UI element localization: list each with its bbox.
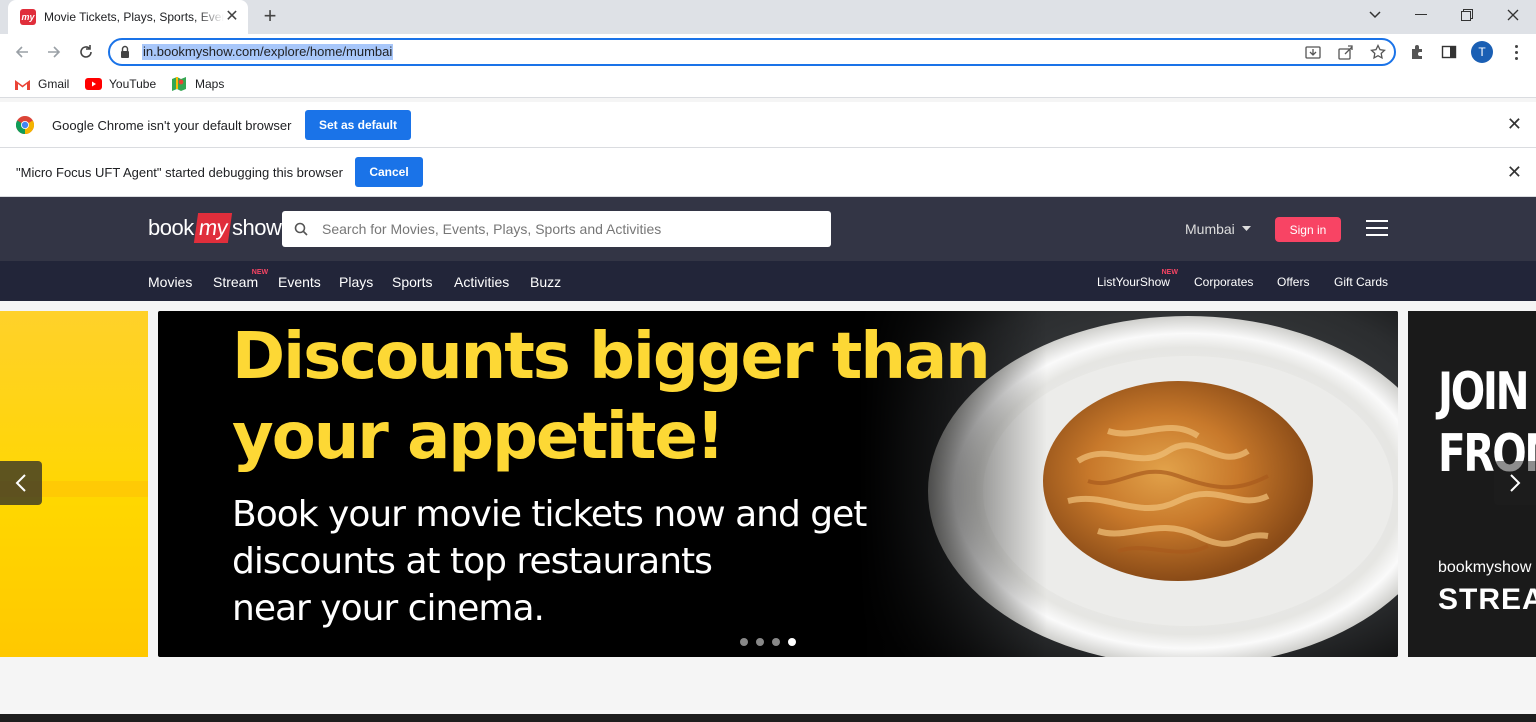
carousel-next-button[interactable] [1494,461,1536,505]
bookmark-label: Gmail [38,77,70,91]
gmail-icon [15,79,30,90]
banner-subtext-line2: discounts at top restaurants [232,541,713,582]
carousel-dot-2[interactable] [756,638,764,646]
chrome-logo-icon [16,116,34,134]
bookmark-label: Maps [195,77,225,91]
close-infobar-icon[interactable]: ✕ [1507,162,1522,183]
logo-part: book [148,215,194,240]
install-app-icon[interactable] [1305,44,1321,60]
main-banner-slide[interactable]: Discounts bigger than your appetite! Boo… [158,311,1398,657]
new-badge: NEW [1161,269,1178,276]
search-input[interactable] [322,221,802,237]
back-arrow-icon[interactable] [10,40,34,64]
lock-icon[interactable] [119,45,131,59]
nav-plays[interactable]: Plays [339,274,373,290]
restore-button[interactable] [1444,0,1490,30]
nav-offers[interactable]: Offers [1277,274,1309,290]
os-taskbar [0,714,1536,722]
carousel-dot-1[interactable] [740,638,748,646]
new-badge: NEW [251,269,269,276]
side-panel-icon[interactable] [1441,44,1457,60]
new-tab-button[interactable]: + [258,5,282,29]
nav-list-your-show[interactable]: ListYourShow NEW [1097,269,1178,290]
nav-activities[interactable]: Activities [454,274,509,290]
reload-icon[interactable] [74,40,98,64]
nav-events[interactable]: Events [278,274,321,290]
nav-corporates[interactable]: Corporates [1194,274,1253,290]
chevron-left-icon [15,474,26,492]
hamburger-menu-icon[interactable] [1366,220,1388,238]
infobar-message: "Micro Focus UFT Agent" started debuggin… [16,165,343,180]
nav-buzz[interactable]: Buzz [530,274,561,290]
bookmark-youtube[interactable]: YouTube [85,76,156,92]
debugging-infobar: "Micro Focus UFT Agent" started debuggin… [0,148,1536,197]
carousel-dot-4-active[interactable] [788,638,796,646]
bookmark-gmail[interactable]: Gmail [14,76,69,92]
banner-headline-line2: your appetite! [232,400,725,474]
youtube-icon [85,78,102,90]
site-search-box[interactable] [282,211,831,247]
bookmyshow-favicon-icon: my [20,9,36,25]
sign-in-button[interactable]: Sign in [1275,217,1341,242]
logo-part: my [193,213,233,243]
tab-title: Movie Tickets, Plays, Sports, Events & C… [44,10,224,24]
logo-part: show [232,215,282,240]
set-as-default-button[interactable]: Set as default [305,110,411,140]
nav-stream[interactable]: Stream NEW [213,269,268,290]
carousel-prev-button[interactable] [0,461,42,505]
bookmark-label: YouTube [109,77,157,91]
share-icon[interactable] [1338,44,1354,60]
url-text[interactable]: in.bookmyshow.com/explore/home/mumbai [142,44,394,60]
nav-movies[interactable]: Movies [148,274,192,290]
caret-down-icon [1241,226,1251,231]
extensions-puzzle-icon[interactable] [1409,44,1425,60]
profile-avatar[interactable]: T [1471,41,1493,63]
maps-icon [172,77,186,91]
carousel-dot-3[interactable] [772,638,780,646]
minimize-button[interactable] [1398,0,1444,30]
city-selector[interactable]: Mumbai [1185,221,1251,237]
banner-subtext-line3: near your cinema. [232,588,545,629]
banner-headline-line1: Discounts bigger than [232,320,991,394]
city-label: Mumbai [1185,221,1235,237]
search-icon [294,222,308,236]
browser-tab[interactable]: my Movie Tickets, Plays, Sports, Events … [8,0,248,34]
bookmyshow-logo[interactable]: book my show [148,212,282,244]
next-banner-stream: STREAM [1438,583,1536,616]
close-tab-icon[interactable]: ✕ [224,9,240,25]
tab-search-icon[interactable] [1352,0,1398,30]
forward-arrow-icon[interactable] [42,40,66,64]
bookmark-maps[interactable]: Maps [171,76,224,92]
nav-label: ListYourShow [1097,275,1170,289]
banner-subtext-line1: Book your movie tickets now and get [232,494,867,535]
nav-sports[interactable]: Sports [392,274,432,290]
bookmarks-bar [0,70,1536,98]
infobar-message: Google Chrome isn't your default browser [52,118,292,133]
close-window-button[interactable] [1490,0,1536,30]
default-browser-infobar: Google Chrome isn't your default browser… [0,102,1536,148]
more-menu-icon[interactable] [1508,43,1524,61]
next-banner-brand: bookmyshow [1438,559,1532,576]
nav-gift-cards[interactable]: Gift Cards [1334,274,1388,290]
close-infobar-icon[interactable]: ✕ [1507,114,1522,135]
bookmark-star-icon[interactable] [1370,43,1386,60]
chevron-right-icon [1510,474,1521,492]
cancel-debugging-button[interactable]: Cancel [355,157,423,187]
next-banner-line1: JOIN T [1438,362,1536,422]
